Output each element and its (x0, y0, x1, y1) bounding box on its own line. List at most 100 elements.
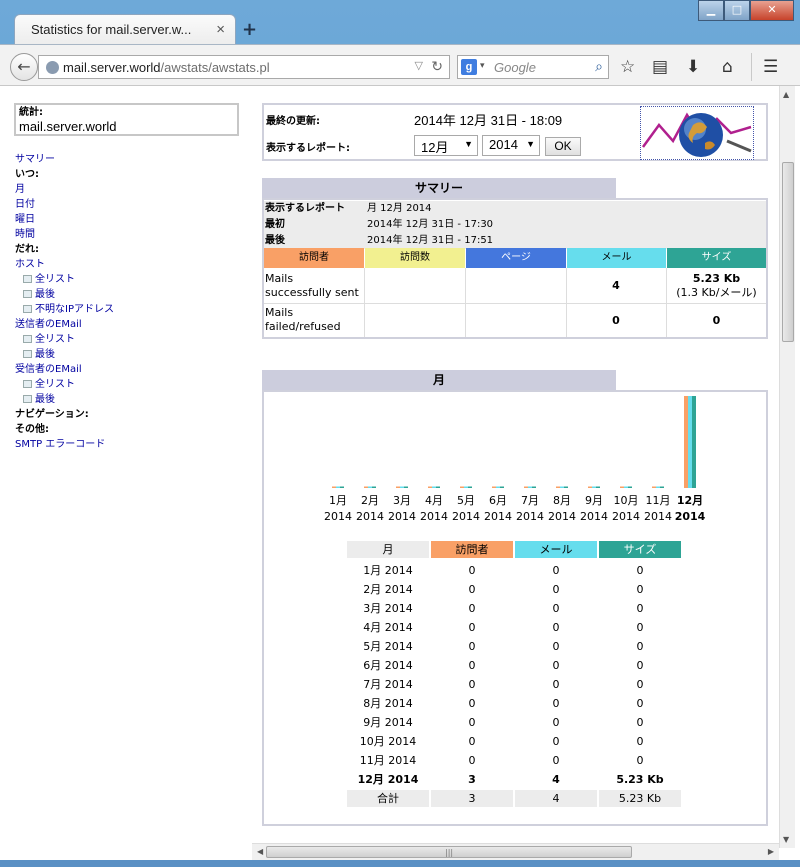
table-cell: 0 (636, 716, 644, 729)
chart-bar (436, 486, 440, 488)
ok-button[interactable]: OK (545, 137, 581, 156)
sidebar-link[interactable]: 最後 (35, 394, 55, 405)
url-host: mail.server.world (63, 60, 161, 75)
summary-key: 最初 (265, 219, 285, 230)
globe-icon (46, 61, 59, 74)
table-total-cell: 4 (515, 790, 597, 807)
maximize-icon[interactable]: □ (724, 0, 750, 21)
chart-bar (524, 486, 528, 488)
table-row: 6月 2014 0 0 0 (347, 656, 687, 675)
chart-tick-label: 2014 (388, 510, 416, 523)
scroll-right-icon[interactable]: ▶ (768, 847, 774, 856)
sidebar-item[interactable]: 時間 (15, 227, 240, 242)
table-row: 4月 2014 0 0 0 (347, 618, 687, 637)
vertical-scroll-thumb[interactable] (782, 162, 794, 342)
sidebar-item[interactable]: 全リスト (15, 332, 240, 347)
browser-tab[interactable]: Statistics for mail.server.w... × (14, 14, 236, 46)
window-titlebar: Statistics for mail.server.w... × + ▁ □ … (0, 0, 800, 46)
engine-dropdown-icon[interactable]: ▾ (480, 60, 485, 71)
sidebar-link[interactable]: サマリー (15, 154, 55, 165)
search-icon[interactable]: ⌕ (595, 58, 603, 75)
google-engine-icon[interactable]: g (461, 59, 477, 75)
sidebar-item[interactable]: 不明なIPアドレス (15, 302, 240, 317)
month-select-value: 12月 (421, 140, 449, 155)
sidebar-item[interactable]: 日付 (15, 197, 240, 212)
table-row: 1月 2014 0 0 0 (347, 561, 687, 580)
sidebar-link[interactable]: ホスト (15, 259, 45, 270)
sidebar-item[interactable]: 月 (15, 182, 240, 197)
sidebar-link[interactable]: 全リスト (35, 379, 75, 390)
table-cell: 5.23 Kb (616, 773, 664, 786)
chart-bar (684, 396, 688, 488)
sidebar-item[interactable]: 全リスト (15, 272, 240, 287)
chart-tick-label: 6月 (489, 494, 507, 507)
chart-bar (692, 396, 696, 488)
sidebar-link[interactable]: 受信者のEMail (15, 364, 82, 375)
sidebar-link[interactable]: 全リスト (35, 274, 75, 285)
sidebar-item[interactable]: 最後 (15, 392, 240, 407)
sidebar-link[interactable]: 月 (15, 184, 25, 195)
chart-bar (652, 486, 656, 488)
sidebar-link[interactable]: 最後 (35, 349, 55, 360)
scroll-down-icon[interactable]: ▼ (783, 835, 789, 844)
minimize-icon[interactable]: ▁ (698, 0, 724, 21)
close-window-icon[interactable]: ✕ (750, 0, 794, 21)
col-visits: 訪問数 (365, 248, 465, 268)
scroll-up-icon[interactable]: ▲ (783, 90, 789, 99)
url-dropdown-icon[interactable]: ▽ (415, 59, 423, 72)
table-total-row: 合計 3 4 5.23 Kb (347, 789, 687, 808)
chart-bar (340, 486, 344, 488)
sidebar-item[interactable]: 受信者のEMail (15, 362, 240, 377)
sent-label-line2: successfully sent (265, 286, 359, 299)
horizontal-scroll-thumb[interactable]: ||| (266, 846, 632, 858)
sidebar-item[interactable]: 全リスト (15, 377, 240, 392)
sidebar-item[interactable]: 最後 (15, 287, 240, 302)
table-cell: 0 (636, 564, 644, 577)
sidebar-link[interactable]: 時間 (15, 229, 35, 240)
download-icon[interactable]: ⬇ (686, 57, 700, 77)
back-arrow-icon[interactable]: ← (10, 53, 38, 81)
reload-icon[interactable]: ↻ (431, 58, 443, 75)
summary-value: 2014年 12月 31日 - 17:51 (367, 235, 494, 246)
table-row: 3月 2014 0 0 0 (347, 599, 687, 618)
bookmark-star-icon[interactable]: ☆ (620, 57, 635, 77)
list-page-icon (23, 290, 32, 298)
month-select[interactable]: 12月 ▼ (414, 135, 478, 156)
chart-tick-label: 2014 (356, 510, 384, 523)
sidebar-item[interactable]: ホスト (15, 257, 240, 272)
reading-list-icon[interactable]: ▤ (652, 57, 668, 77)
sidebar-link[interactable]: 最後 (35, 289, 55, 300)
horizontal-scrollbar[interactable]: ◀ ||| ▶ (252, 843, 779, 860)
table-cell: 0 (468, 735, 476, 748)
chart-tick-label: 2014 (675, 510, 706, 523)
table-cell: 0 (468, 697, 476, 710)
chart-tick-label: 5月 (457, 494, 475, 507)
awstats-logo[interactable] (640, 106, 754, 160)
scroll-left-icon[interactable]: ◀ (257, 847, 263, 856)
tab-close-icon[interactable]: × (216, 21, 225, 38)
sidebar-item[interactable]: 曜日 (15, 212, 240, 227)
home-icon[interactable]: ⌂ (722, 57, 733, 77)
chart-bar (500, 486, 504, 488)
table-cell: 0 (636, 659, 644, 672)
sidebar-link[interactable]: 全リスト (35, 334, 75, 345)
sidebar-item[interactable]: SMTP エラーコード (15, 437, 240, 452)
menu-icon[interactable]: ☰ (763, 57, 778, 77)
col-pages: ページ (466, 248, 566, 268)
sidebar-item[interactable]: 最後 (15, 347, 240, 362)
new-tab-icon[interactable]: + (242, 19, 257, 40)
year-select[interactable]: 2014 ▼ (482, 135, 540, 156)
sidebar-item[interactable]: 送信者のEMail (15, 317, 240, 332)
failed-size-value: 0 (712, 314, 721, 327)
list-page-icon (23, 395, 32, 403)
sidebar-link[interactable]: 不明なIPアドレス (35, 304, 114, 315)
chart-tick-label: 2月 (361, 494, 379, 507)
vertical-scrollbar[interactable]: ▲ ▼ (779, 86, 795, 848)
sidebar-link[interactable]: 送信者のEMail (15, 319, 82, 330)
url-bar[interactable]: mail.server.world/awstats/awstats.pl ▽ ↻ (38, 55, 450, 79)
search-bar[interactable]: g ▾ Google ⌕ (457, 55, 609, 79)
sidebar-link[interactable]: SMTP エラーコード (15, 439, 105, 450)
sidebar-item[interactable]: サマリー (15, 152, 240, 167)
sidebar-link[interactable]: 日付 (15, 199, 35, 210)
sidebar-link[interactable]: 曜日 (15, 214, 35, 225)
